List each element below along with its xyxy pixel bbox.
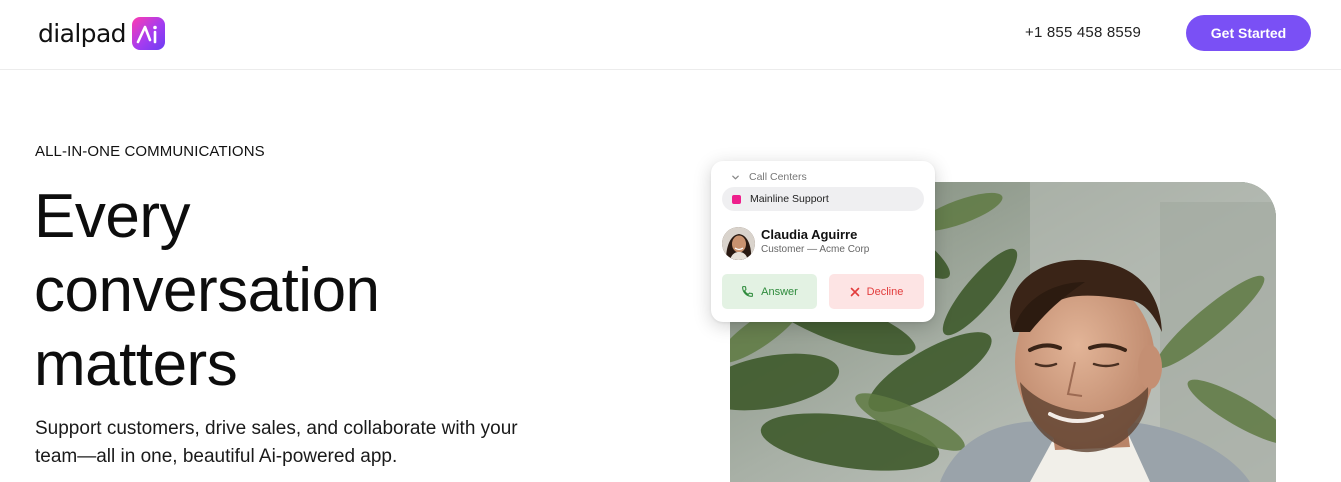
site-header: dialpad +1 855 458 8559 Get Started: [0, 0, 1341, 70]
ai-badge-icon: [131, 17, 165, 50]
queue-color-dot: [732, 194, 741, 204]
incoming-call-card: Call Centers Mainline Support Claudia Ag…: [711, 161, 935, 322]
headline-line-1: Every: [34, 182, 190, 251]
headline-line-2: conversation: [34, 256, 380, 325]
answer-label: Answer: [761, 285, 798, 298]
caller-avatar: [722, 227, 755, 260]
queue-item-mainline-support[interactable]: Mainline Support: [722, 187, 924, 211]
call-centers-section[interactable]: Call Centers: [731, 170, 807, 184]
caller-detail: Customer — Acme Corp: [761, 244, 870, 255]
chevron-down-icon: [731, 173, 740, 182]
decline-label: Decline: [866, 285, 904, 298]
close-icon: [850, 287, 860, 297]
logo-wordmark: dialpad: [38, 18, 127, 48]
decline-button[interactable]: Decline: [829, 274, 924, 309]
headline-line-3: matters: [34, 330, 238, 399]
get-started-button[interactable]: Get Started: [1186, 15, 1311, 51]
sales-phone-link[interactable]: +1 855 458 8559: [1025, 23, 1141, 43]
hero-headline: Every conversation matters: [34, 180, 594, 402]
answer-button[interactable]: Answer: [722, 274, 817, 309]
dialpad-logo[interactable]: dialpad: [38, 17, 165, 50]
caller-name: Claudia Aguirre: [761, 227, 858, 242]
section-label: Call Centers: [749, 171, 807, 183]
phone-icon: [741, 285, 754, 298]
hero-eyebrow: ALL-IN-ONE COMMUNICATIONS: [35, 143, 265, 160]
queue-name: Mainline Support: [750, 193, 829, 205]
hero-subhead: Support customers, drive sales, and coll…: [35, 418, 518, 467]
